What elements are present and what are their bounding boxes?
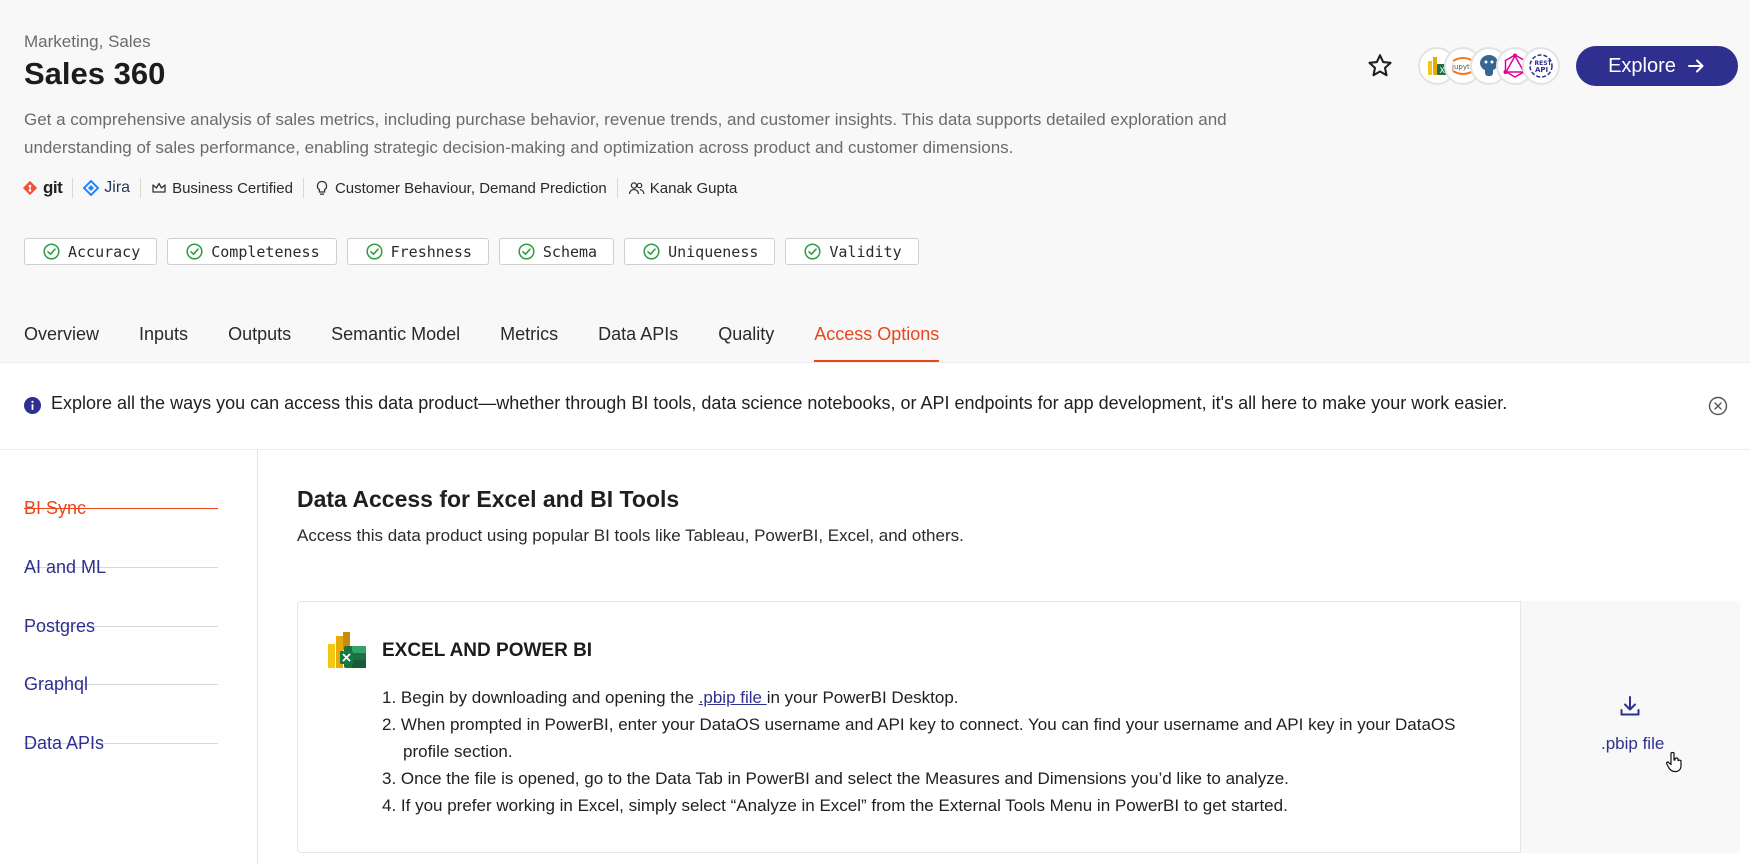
step-2: 2. When prompted in PowerBI, enter your … [382,715,1456,761]
owner-label: Kanak Gupta [649,179,738,197]
access-sidebar: BI Sync AI and ML Postgres Graphql Data … [0,450,258,864]
product-description: Get a comprehensive analysis of sales me… [24,110,1227,157]
use-cases-label: Customer Behaviour, Demand Prediction [334,179,607,197]
certification-badge: Business Certified [140,178,303,198]
quality-chip-label: Schema [542,242,598,261]
quality-chip[interactable]: Completeness [167,238,337,265]
step-1: 1. Begin by downloading and opening the … [382,688,959,707]
tab-semantic-model[interactable]: Semantic Model [331,310,460,362]
quality-chip[interactable]: Schema [498,238,615,265]
svg-text:API: API [1535,66,1548,74]
git-icon [22,180,38,196]
section-subtitle: Access this data product using popular B… [297,526,964,545]
favorite-button[interactable] [1360,46,1400,86]
check-circle-icon [518,243,535,260]
powerbi-excel-logo-icon [328,632,366,668]
users-icon [628,182,645,195]
rest-api-icon[interactable]: REST API [1522,47,1560,85]
step-4: 4. If you prefer working in Excel, simpl… [382,796,1288,815]
quality-chip[interactable]: Freshness [346,238,489,265]
tab-access-options[interactable]: Access Options [814,310,940,362]
crown-icon [152,182,166,193]
close-icon[interactable] [1708,396,1728,416]
tab-outputs[interactable]: Outputs [228,310,291,362]
check-circle-icon [43,243,60,260]
sidebar-item-data-apis[interactable]: Data APIs [24,685,218,753]
lightbulb-icon [316,180,328,195]
explore-button[interactable]: Explore [1576,46,1738,86]
banner-text: Explore all the ways you can access this… [51,393,1508,413]
check-circle-icon [366,243,383,260]
check-circle-icon [643,243,660,260]
instruction-steps: 1. Begin by downloading and opening the … [382,684,1492,819]
pbip-file-link[interactable]: .pbip file [699,688,767,707]
use-cases: Customer Behaviour, Demand Prediction [302,178,617,198]
card-title: EXCEL AND POWER BI [382,640,593,661]
check-circle-icon [186,243,203,260]
header-actions: X jupyter REST API Explore [1360,46,1738,86]
quality-chip-label: Uniqueness [668,242,759,261]
download-pbip-button[interactable]: .pbip file [1601,734,1664,754]
certification-label: Business Certified [172,179,293,197]
jira-link[interactable]: Jira [72,178,140,198]
tool-icons: X jupyter REST API [1418,47,1560,85]
section-title: Data Access for Excel and BI Tools [297,486,680,512]
step-3: 3. Once the file is opened, go to the Da… [382,769,1289,788]
owner: Kanak Gupta [616,178,748,198]
tab-inputs[interactable]: Inputs [139,310,188,362]
quality-chip-label: Accuracy [68,242,141,261]
info-icon [24,397,41,414]
download-icon[interactable] [1618,694,1642,718]
arrow-right-icon [1687,59,1704,73]
sidebar-item-ai-ml[interactable]: AI and ML [24,509,218,577]
product-header: Marketing, Sales Sales 360 Get a compreh… [0,0,1750,362]
sidebar-item-postgres[interactable]: Postgres [24,568,218,636]
quality-chip-label: Validity [829,242,902,261]
git-label: git [43,178,63,197]
star-icon [1368,54,1392,77]
jira-label: Jira [104,179,131,196]
product-meta: git Jira Business Certified Customer Beh… [22,178,747,198]
tab-quality[interactable]: Quality [718,310,774,362]
check-circle-icon [804,243,821,260]
quality-chip[interactable]: Accuracy [24,238,158,265]
tab-overview[interactable]: Overview [24,310,99,362]
explore-button-label: Explore [1608,54,1676,77]
tab-metrics[interactable]: Metrics [500,310,558,362]
page-title: Sales 360 [24,56,166,91]
product-category: Marketing, Sales [24,32,151,51]
tab-bar: Overview Inputs Outputs Semantic Model M… [24,310,940,362]
download-panel [1520,601,1740,853]
hand-cursor-icon [1665,751,1682,773]
quality-chip-label: Freshness [390,242,472,261]
quality-chip-label: Completeness [211,242,320,261]
sidebar-item-graphql[interactable]: Graphql [24,626,218,694]
quality-chip[interactable]: Validity [785,238,919,265]
jira-icon [83,180,100,196]
quality-chip[interactable]: Uniqueness [624,238,776,265]
git-link[interactable]: git [22,178,72,198]
tab-data-apis[interactable]: Data APIs [598,310,678,362]
sidebar-item-bi-sync[interactable]: BI Sync [24,450,218,518]
quality-checks: Accuracy Completeness Freshness Schema U… [24,238,919,265]
